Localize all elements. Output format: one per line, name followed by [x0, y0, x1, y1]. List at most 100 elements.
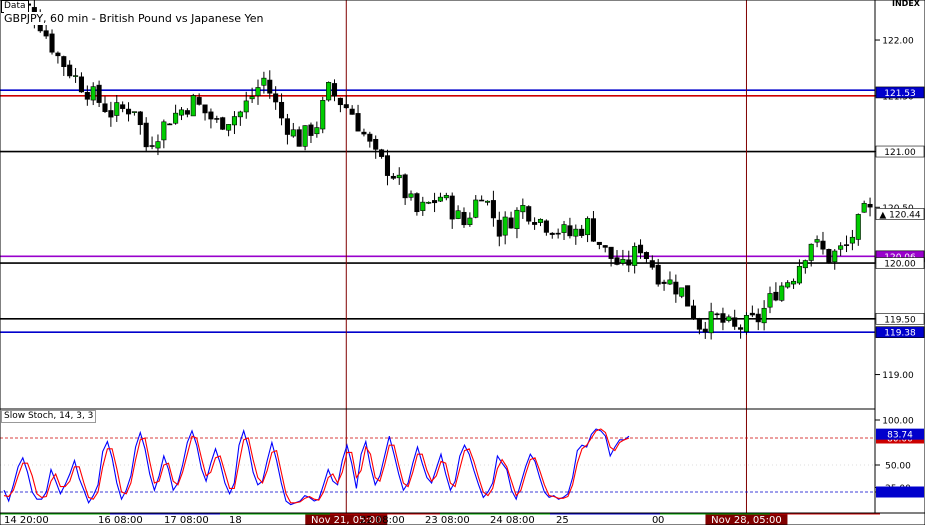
- candle-body: [614, 257, 620, 265]
- candle-body: [820, 240, 826, 250]
- candle-body: [414, 193, 420, 213]
- candle-body: [626, 259, 632, 266]
- candle-body: [108, 110, 114, 118]
- price-axis-label: 119.00: [882, 371, 914, 381]
- candle-body: [155, 141, 161, 149]
- candle-body: [49, 33, 55, 53]
- time-marker-label: Nov 28, 05:00: [711, 515, 782, 525]
- candle-body: [55, 52, 61, 57]
- candle-body: [643, 252, 649, 260]
- candle-body: [314, 127, 320, 135]
- candle: [685, 285, 691, 307]
- candle-body: [290, 129, 296, 137]
- candle-body: [131, 111, 137, 113]
- candle-body: [785, 282, 791, 288]
- candle-body: [173, 112, 179, 124]
- candle-body: [402, 174, 408, 199]
- candle-body: [843, 244, 850, 246]
- candle-body: [649, 260, 655, 268]
- candle-body: [484, 200, 491, 203]
- candle-body: [596, 241, 602, 245]
- candle-body: [143, 122, 149, 148]
- candle-body: [761, 307, 767, 324]
- price-label-text: 120.00: [884, 260, 916, 270]
- candle-body: [396, 174, 402, 179]
- candle-body: [184, 110, 190, 115]
- candle: [326, 81, 332, 102]
- candle-body: [602, 245, 608, 248]
- candle-body: [490, 200, 496, 219]
- candle-body: [838, 245, 844, 250]
- candle-body: [779, 285, 785, 301]
- candle-body: [620, 258, 626, 264]
- candle-body: [579, 228, 585, 236]
- candle-body: [467, 217, 473, 225]
- candle: [220, 116, 226, 131]
- candle-body: [720, 313, 726, 323]
- candle-body: [590, 218, 596, 242]
- price-label-text: 119.50: [884, 315, 916, 325]
- candle-body: [320, 100, 326, 130]
- candle-body: [343, 104, 349, 109]
- candle-body: [690, 305, 697, 320]
- candle-body: [367, 133, 373, 142]
- candle-body: [161, 121, 167, 141]
- candle-body: [137, 111, 143, 126]
- candle-body: [249, 96, 255, 100]
- candle-body: [120, 104, 126, 109]
- candle-body: [732, 317, 738, 327]
- candle-body: [208, 111, 214, 120]
- candle-body: [796, 265, 802, 284]
- candle-body: [90, 86, 96, 101]
- candle-body: [738, 327, 744, 330]
- candle-body: [861, 202, 867, 213]
- candle-body: [826, 249, 832, 263]
- candle-body: [667, 279, 673, 285]
- candle-body: [73, 75, 79, 77]
- candle-body: [608, 246, 614, 259]
- candle-body: [255, 87, 261, 97]
- candle-body: [379, 149, 385, 157]
- candle-body: [408, 193, 414, 198]
- candle-body: [632, 246, 638, 266]
- candle: [190, 93, 196, 117]
- candle-body: [573, 228, 579, 237]
- candle-body: [679, 287, 685, 297]
- candle-body: [549, 232, 555, 235]
- candle-body: [331, 83, 338, 97]
- candle: [320, 96, 326, 134]
- candle-body: [167, 123, 173, 126]
- candle-body: [261, 77, 267, 86]
- candle-body: [767, 293, 773, 308]
- candle-body: [561, 224, 567, 233]
- candle-body: [673, 281, 679, 295]
- stoch-title: Slow Stoch, 14, 3, 3: [1, 410, 97, 423]
- time-axis-label: 17 08:00: [164, 515, 209, 525]
- candle-body: [867, 203, 873, 208]
- candle-body: [214, 118, 220, 120]
- candle: [302, 125, 308, 151]
- candle-body: [102, 103, 108, 112]
- candle-body: [638, 244, 644, 254]
- candle-body: [696, 318, 702, 330]
- price-axis-label: 122.00: [882, 37, 914, 47]
- candle-body: [585, 218, 591, 236]
- candle-body: [432, 200, 438, 204]
- candle-body: [237, 111, 243, 118]
- candle-body: [361, 131, 367, 135]
- time-axis-label: 25: [556, 515, 569, 525]
- candle-body: [420, 201, 426, 211]
- candle-body: [655, 264, 661, 285]
- candle: [743, 312, 750, 335]
- candle-body: [296, 129, 302, 147]
- candle-body: [279, 101, 285, 119]
- candle-body: [61, 56, 67, 67]
- time-axis-label: 14 20:00: [4, 515, 49, 525]
- chart-window: Nov 21, 05:00Nov 28, 05:00122.00121.5012…: [0, 0, 925, 526]
- candle-body: [496, 219, 502, 237]
- price-label-text: ▲ 120.44: [879, 210, 921, 220]
- candle-body: [355, 113, 361, 132]
- candle-body: [849, 236, 855, 244]
- candle-body: [567, 225, 573, 237]
- candle-body: [426, 201, 432, 204]
